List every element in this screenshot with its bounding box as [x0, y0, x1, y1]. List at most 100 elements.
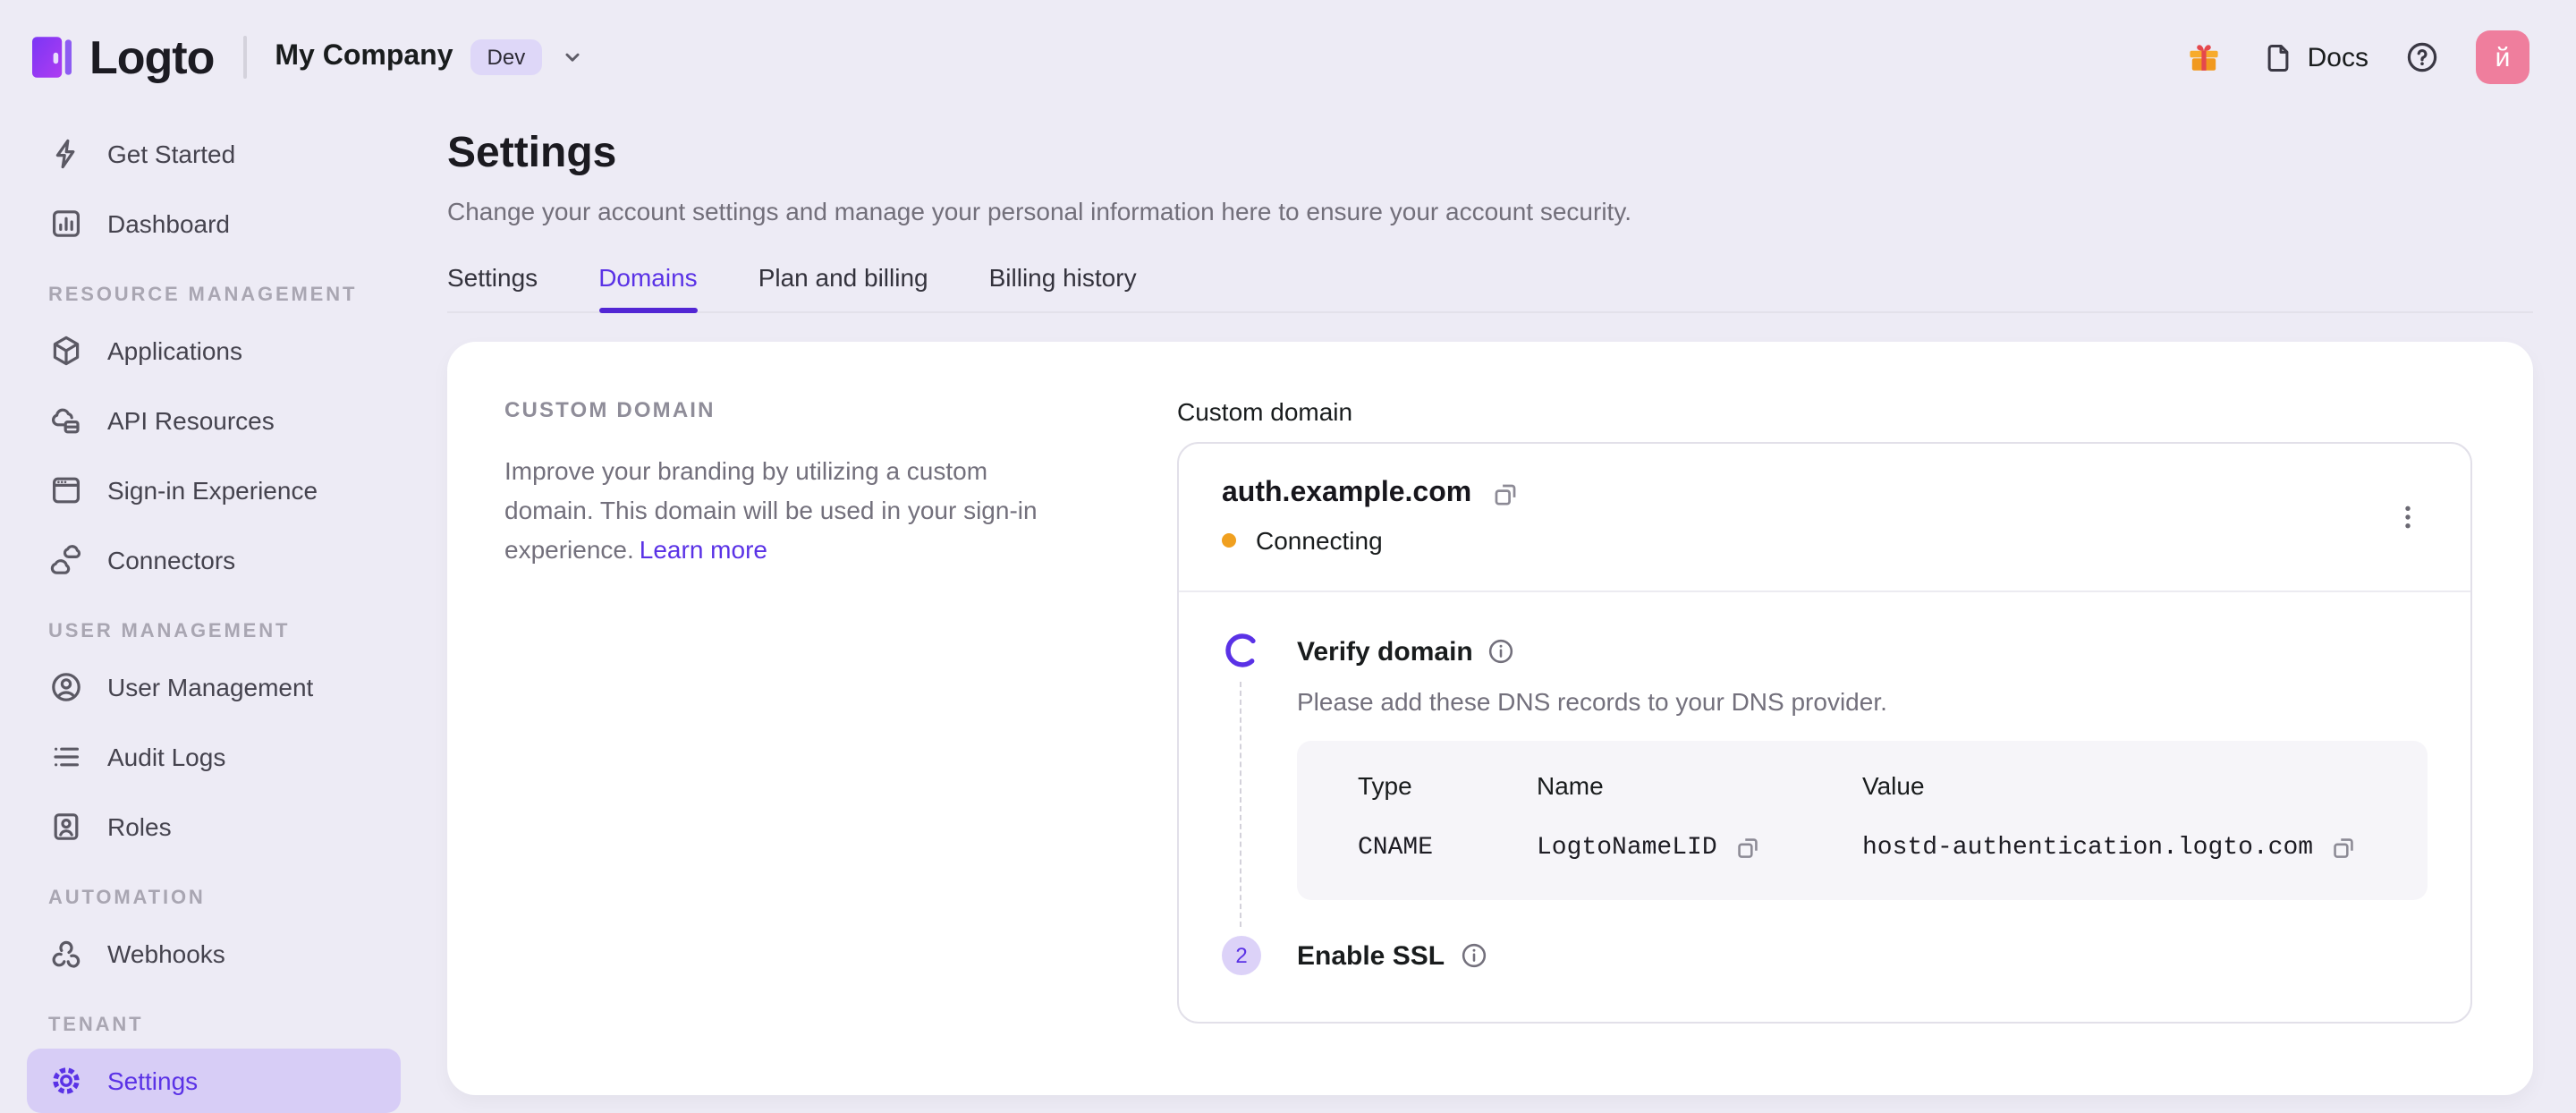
- step1-description: Please add these DNS records to your DNS…: [1297, 687, 2428, 716]
- tab-billing-history[interactable]: Billing history: [989, 263, 1137, 311]
- id-card-icon: [48, 809, 84, 845]
- dns-header-name: Name: [1537, 771, 1862, 800]
- sidebar-item-sign-in-experience[interactable]: Sign-in Experience: [27, 458, 401, 523]
- info-icon[interactable]: [1459, 941, 1487, 970]
- gift-icon[interactable]: [2186, 39, 2222, 75]
- sidebar-item-dashboard[interactable]: Dashboard: [27, 191, 401, 256]
- sidebar-item-label: Connectors: [107, 546, 235, 574]
- sidebar-section-user-management: USER MANAGEMENT: [48, 621, 401, 642]
- sidebar-item-label: Get Started: [107, 140, 235, 168]
- sidebar-item-settings[interactable]: Settings: [27, 1049, 401, 1113]
- info-icon[interactable]: [1487, 637, 1516, 666]
- dns-header-type: Type: [1358, 771, 1537, 800]
- docs-label: Docs: [2308, 42, 2368, 72]
- avatar[interactable]: й: [2476, 30, 2529, 84]
- section-description-text: Improve your branding by utilizing a cus…: [504, 456, 1038, 564]
- domain-status: Connecting: [1222, 526, 1520, 555]
- section-heading: CUSTOM DOMAIN: [504, 397, 1080, 422]
- copy-icon[interactable]: [2329, 834, 2358, 862]
- page-title: Settings: [447, 129, 2533, 179]
- settings-card: CUSTOM DOMAIN Improve your branding by u…: [447, 342, 2533, 1095]
- tab-plan-and-billing[interactable]: Plan and billing: [758, 263, 928, 311]
- sidebar-item-user-management[interactable]: User Management: [27, 655, 401, 719]
- sidebar-section-resource-management: RESOURCE MANAGEMENT: [48, 285, 401, 306]
- browser-window-icon: [48, 472, 84, 508]
- sidebar-item-get-started[interactable]: Get Started: [27, 122, 401, 186]
- sidebar-item-label: Roles: [107, 812, 172, 841]
- sidebar: Get Started Dashboard RESOURCE MANAGEMEN…: [0, 115, 429, 1084]
- copy-icon[interactable]: [1489, 479, 1520, 509]
- logto-wordmark: Logto: [89, 30, 214, 85]
- sidebar-item-label: Webhooks: [107, 939, 225, 968]
- cloud-box-icon: [48, 403, 84, 438]
- sidebar-item-label: Sign-in Experience: [107, 476, 318, 505]
- step2-title: Enable SSL: [1297, 940, 1445, 971]
- topbar-divider: [242, 36, 246, 79]
- webhook-icon: [48, 936, 84, 972]
- sidebar-item-audit-logs[interactable]: Audit Logs: [27, 725, 401, 789]
- tab-bar: Settings Domains Plan and billing Billin…: [447, 263, 2533, 313]
- dns-table-row: CNAME LogtoNameLID: [1358, 834, 2385, 862]
- copy-icon[interactable]: [1733, 834, 1762, 862]
- step2-number-badge: 2: [1222, 936, 1261, 975]
- dns-records-table: Type Name Value CNAME LogtoName: [1297, 741, 2428, 900]
- logto-console: Logto My Company Dev: [0, 0, 2576, 1084]
- chevron-down-icon: [557, 43, 586, 72]
- sidebar-section-tenant: TENANT: [48, 1015, 401, 1036]
- list-icon: [48, 739, 84, 775]
- sidebar-item-applications[interactable]: Applications: [27, 319, 401, 383]
- dns-table-header: Type Name Value: [1358, 771, 2385, 800]
- domain-steps: Verify domain: [1179, 592, 2470, 1022]
- sidebar-item-roles[interactable]: Roles: [27, 794, 401, 859]
- status-label: Connecting: [1256, 526, 1383, 555]
- step-verify-domain: Verify domain: [1222, 632, 2428, 900]
- tenant-name: My Company: [275, 41, 453, 73]
- sidebar-item-connectors[interactable]: Connectors: [27, 528, 401, 592]
- help-icon[interactable]: [2404, 39, 2440, 75]
- domain-panel-header: auth.example.com: [1179, 444, 2470, 590]
- custom-domain-description-column: CUSTOM DOMAIN Improve your branding by u…: [504, 397, 1080, 1024]
- cube-icon: [48, 333, 84, 369]
- custom-domain-panel: auth.example.com: [1177, 442, 2472, 1024]
- sidebar-item-webhooks[interactable]: Webhooks: [27, 922, 401, 986]
- dns-value-value: hostd-authentication.logto.com: [1862, 834, 2313, 862]
- sidebar-item-label: Applications: [107, 336, 242, 365]
- dns-cell-value: hostd-authentication.logto.com: [1862, 834, 2385, 862]
- step-connector-line: [1240, 682, 1241, 927]
- topbar: Logto My Company Dev: [0, 0, 2576, 115]
- sidebar-item-label: User Management: [107, 673, 313, 701]
- bar-chart-icon: [48, 206, 84, 242]
- domain-name: auth.example.com: [1222, 478, 1471, 510]
- dns-cell-name: LogtoNameLID: [1537, 834, 1862, 862]
- user-circle-icon: [48, 669, 84, 705]
- sidebar-section-automation: AUTOMATION: [48, 888, 401, 909]
- env-badge: Dev: [471, 39, 542, 75]
- page-subtitle: Change your account settings and manage …: [447, 197, 2533, 225]
- page-root: Logto My Company Dev: [0, 0, 2576, 1084]
- document-icon: [2261, 40, 2295, 74]
- learn-more-link[interactable]: Learn more: [640, 535, 767, 564]
- docs-button[interactable]: Docs: [2261, 40, 2368, 74]
- tab-settings[interactable]: Settings: [447, 263, 538, 311]
- tenant-selector[interactable]: My Company Dev: [275, 39, 586, 75]
- lightning-icon: [48, 136, 84, 172]
- dns-cell-type: CNAME: [1358, 834, 1537, 862]
- kebab-menu-icon[interactable]: [2388, 497, 2428, 536]
- main-content: Settings Change your account settings an…: [429, 115, 2576, 1084]
- sidebar-item-api-resources[interactable]: API Resources: [27, 388, 401, 453]
- topbar-actions: Docs й: [2186, 30, 2529, 84]
- custom-domain-field-label: Custom domain: [1177, 397, 2472, 426]
- step-enable-ssl: 2 Enable SSL: [1222, 936, 2428, 975]
- logto-logo-icon: [27, 32, 77, 82]
- dns-name-value: LogtoNameLID: [1537, 834, 1717, 862]
- clouds-icon: [48, 542, 84, 578]
- logto-logo[interactable]: Logto: [27, 30, 214, 85]
- tab-domains[interactable]: Domains: [598, 263, 698, 311]
- sidebar-item-label: Dashboard: [107, 209, 230, 238]
- custom-domain-column: Custom domain auth.example.com: [1177, 397, 2472, 1024]
- dns-header-value: Value: [1862, 771, 2385, 800]
- gear-icon: [48, 1063, 84, 1099]
- sidebar-item-label: API Resources: [107, 406, 275, 435]
- step1-title: Verify domain: [1297, 636, 1473, 667]
- sidebar-item-label: Settings: [107, 1066, 198, 1095]
